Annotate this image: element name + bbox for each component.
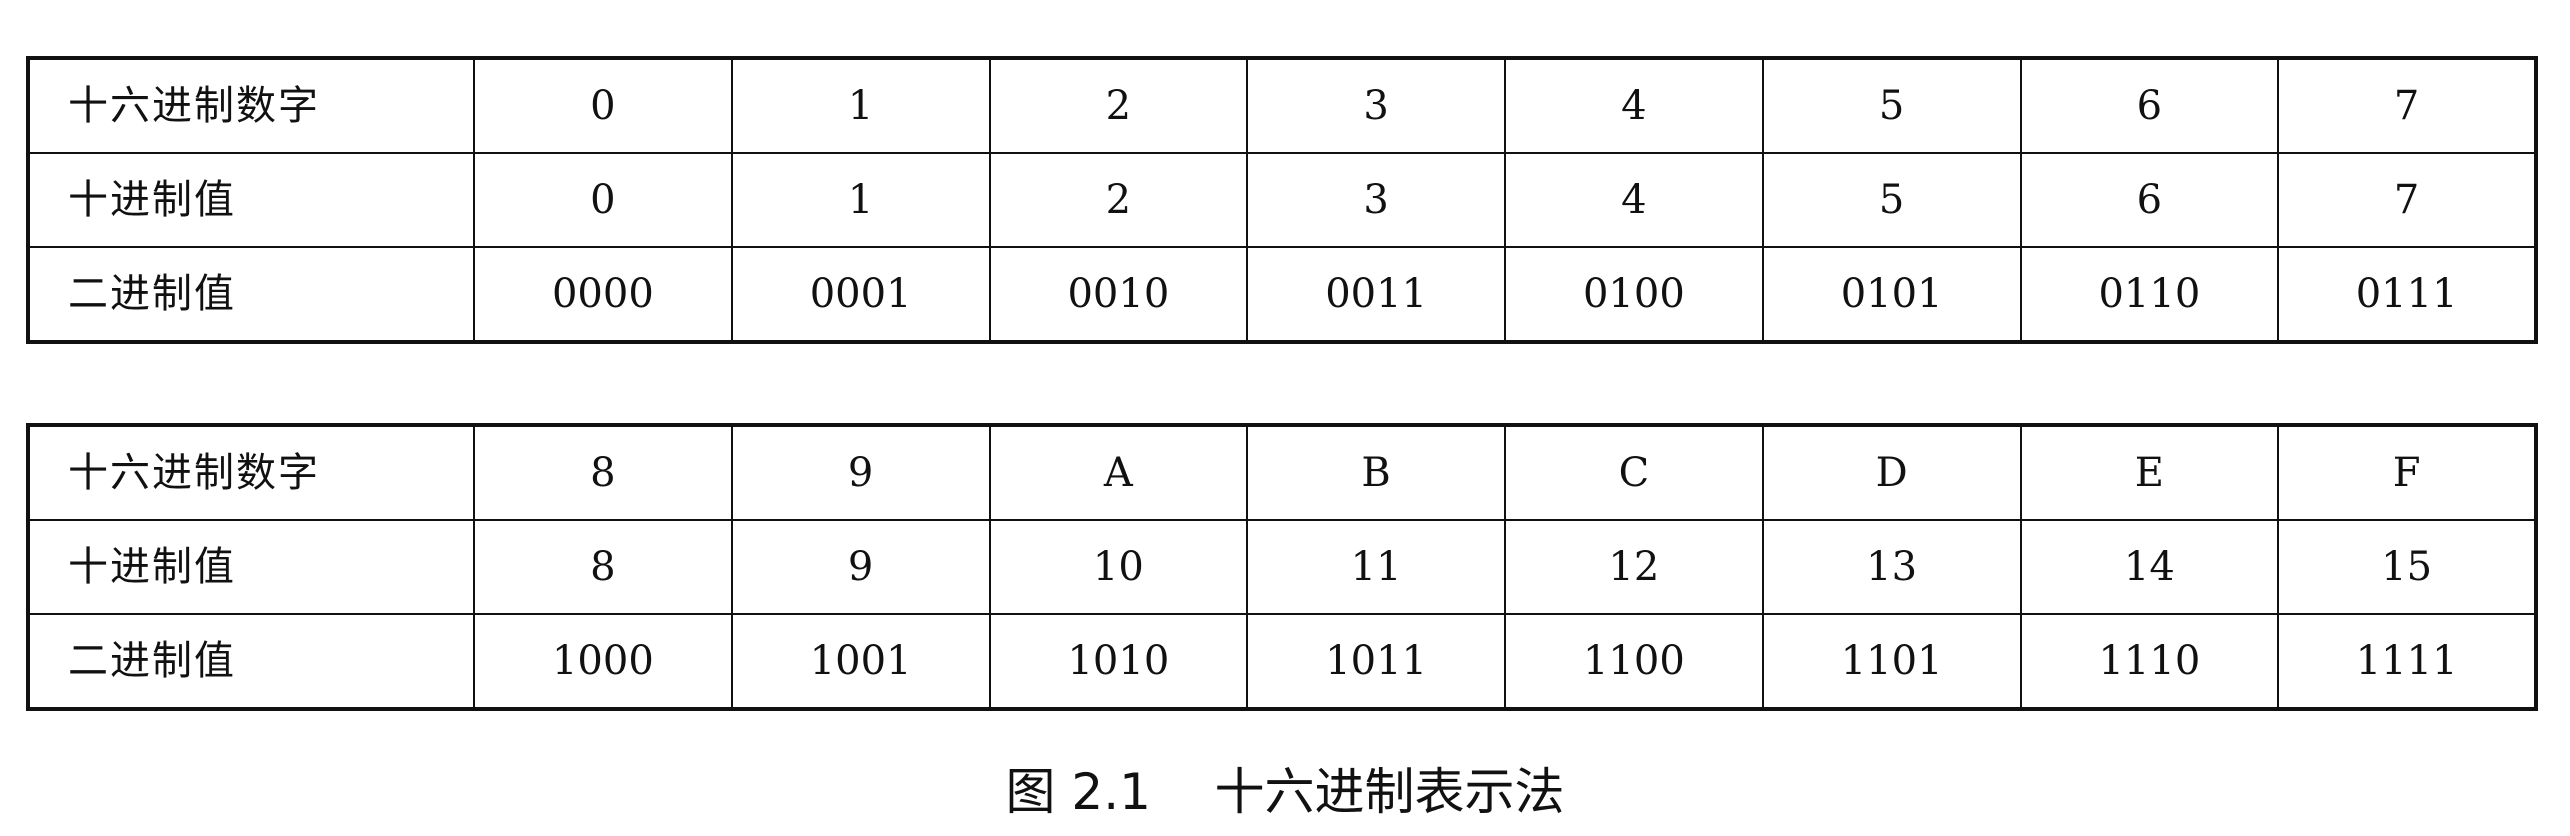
table-cell: 14: [2019, 519, 2280, 615]
table-cell: F: [2277, 424, 2537, 521]
table-cell: 9: [730, 424, 991, 521]
figure-caption: 图 2.1 十六进制表示法: [1005, 763, 1565, 821]
row-label: 二进制值: [27, 246, 475, 343]
table-cell: 0001: [730, 246, 991, 343]
table-cell: 1011: [1246, 613, 1506, 710]
hex-table-body: 十六进制数字 8 9 A B C D E F 十进制值 8 9 10 11 12 13 14 15 二进制值 1000…: [27, 424, 2537, 710]
table-cell: 5: [1761, 57, 2022, 154]
table-cell: 0100: [1504, 246, 1764, 343]
table-cell: 1111: [2277, 613, 2537, 710]
table-cell: 7: [2277, 152, 2537, 248]
table-cell: 0011: [1246, 246, 1506, 343]
table-cell: E: [2019, 424, 2280, 521]
table-cell: 7: [2277, 57, 2537, 154]
table-cell: 8: [473, 519, 733, 615]
table-cell: 6: [2019, 152, 2280, 248]
table-cell: 4: [1504, 57, 1764, 154]
row-label: 二进制值: [27, 613, 475, 710]
table-cell: 1101: [1761, 613, 2022, 710]
hex-table-8-f: 十六进制数字 8 9 A B C D E F 十进制值 8 9 10 11 12 13 14 15 二进制值 1000…: [26, 423, 2538, 711]
binary-value-row: 二进制值 1000 1001 1010 1011 1100 1101 1110 1111: [27, 613, 2537, 710]
table-cell: C: [1504, 424, 1764, 521]
table-cell: 3: [1246, 57, 1506, 154]
table-cell: D: [1761, 424, 2022, 521]
table-cell: 1010: [988, 613, 1249, 710]
table-cell: 0000: [473, 246, 733, 343]
table-cell: 1: [730, 57, 991, 154]
table-cell: 0: [473, 152, 733, 248]
table-cell: 0010: [988, 246, 1249, 343]
table-cell: 0101: [1761, 246, 2022, 343]
table-cell: 0111: [2277, 246, 2537, 343]
row-label: 十六进制数字: [27, 57, 475, 154]
hex-digit-row: 十六进制数字 0 1 2 3 4 5 6 7: [27, 57, 2537, 154]
table-cell: 2: [988, 57, 1249, 154]
decimal-value-row: 十进制值 0 1 2 3 4 5 6 7: [27, 152, 2537, 248]
hex-table-0-7: 十六进制数字 0 1 2 3 4 5 6 7 十进制值 0 1 2 3 4 5 6 7 二进制值 0000 0001 00…: [26, 56, 2538, 344]
row-label: 十进制值: [27, 519, 475, 615]
table-cell: 12: [1504, 519, 1764, 615]
table-cell: 5: [1761, 152, 2022, 248]
table-cell: 13: [1761, 519, 2022, 615]
table-cell: 2: [988, 152, 1249, 248]
table-cell: 6: [2019, 57, 2280, 154]
binary-value-row: 二进制值 0000 0001 0010 0011 0100 0101 0110 0111: [27, 246, 2537, 343]
table-cell: B: [1246, 424, 1506, 521]
hex-digit-row: 十六进制数字 8 9 A B C D E F: [27, 424, 2537, 521]
table-cell: 0: [473, 57, 733, 154]
hex-table-body: 十六进制数字 0 1 2 3 4 5 6 7 十进制值 0 1 2 3 4 5 6 7 二进制值 0000 0001 00…: [27, 57, 2537, 343]
table-cell: 3: [1246, 152, 1506, 248]
row-label: 十进制值: [27, 152, 475, 248]
table-cell: 15: [2277, 519, 2537, 615]
table-cell: 10: [988, 519, 1249, 615]
decimal-value-row: 十进制值 8 9 10 11 12 13 14 15: [27, 519, 2537, 615]
table-cell: 9: [730, 519, 991, 615]
table-cell: 0110: [2019, 246, 2280, 343]
row-label: 十六进制数字: [27, 424, 475, 521]
table-cell: 1000: [473, 613, 733, 710]
table-cell: 1110: [2019, 613, 2280, 710]
table-cell: 1: [730, 152, 991, 248]
table-cell: 1100: [1504, 613, 1764, 710]
table-cell: 11: [1246, 519, 1506, 615]
table-cell: 1001: [730, 613, 991, 710]
table-cell: 8: [473, 424, 733, 521]
table-cell: A: [988, 424, 1249, 521]
table-cell: 4: [1504, 152, 1764, 248]
